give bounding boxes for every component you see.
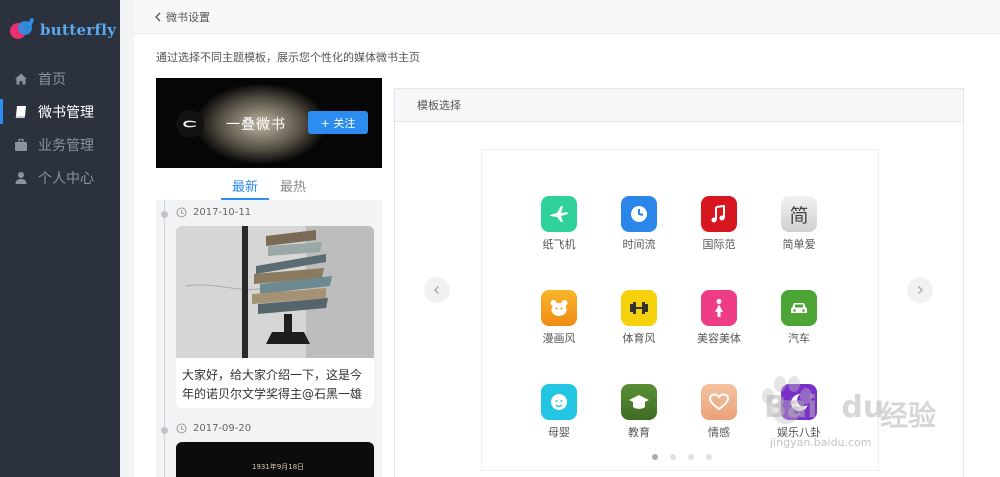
panel-title: 模板选择 — [395, 89, 963, 122]
sidebar-item-label: 微书管理 — [38, 104, 94, 121]
mobile-preview: 一叠微书 + 关注 最新 最热 2017-10-11 大家好，给大家介绍一下，这… — [156, 78, 382, 477]
chevron-left-icon — [434, 286, 439, 294]
template-mother-baby[interactable]: 母婴 — [524, 384, 594, 454]
account-avatar — [176, 110, 204, 138]
template-comic-style[interactable]: 漫画风 — [524, 290, 594, 360]
timeline-dot — [161, 427, 168, 434]
template-emotion[interactable]: 情感 — [684, 384, 754, 454]
template-beauty[interactable]: 美容美体 — [684, 290, 754, 360]
music-note-icon — [701, 196, 737, 232]
sidebar-item-business-management[interactable]: 业务管理 — [0, 128, 120, 161]
post-text: 大家好，给大家介绍一下，这是今年的诺贝尔文学奖得主@石黑一雄 — [182, 368, 363, 401]
airplane-icon — [541, 196, 577, 232]
watermark: Bai du 经验 jingyan.baidu.com — [750, 372, 990, 472]
timeline-dot — [161, 211, 168, 218]
active-tab-indicator — [221, 198, 269, 200]
sidebar-nav: 首页 微书管理 业务管理 个人中心 — [0, 62, 120, 194]
home-icon — [14, 72, 28, 86]
bear-icon — [541, 290, 577, 326]
brand-name: butterfly — [40, 21, 117, 39]
post-date: 2017-10-11 — [176, 207, 251, 218]
tab-latest[interactable]: 最新 — [232, 176, 258, 195]
carousel-pagination — [652, 454, 712, 462]
watermark-cn: 经验 — [880, 399, 937, 432]
post-date: 2017-09-20 — [176, 423, 251, 434]
baby-icon — [541, 384, 577, 420]
clock-icon — [176, 423, 187, 434]
book-icon — [14, 105, 28, 119]
sidebar-item-personal-center[interactable]: 个人中心 — [0, 161, 120, 194]
breadcrumb: 微书设置 — [134, 0, 1000, 34]
graduation-cap-icon — [621, 384, 657, 420]
clock-icon — [621, 196, 657, 232]
heart-icon — [701, 384, 737, 420]
app: butterfly 首页 微书管理 业务管理 个人中心 微书设置 通过选择不同主… — [0, 0, 1000, 477]
post-card[interactable]: 大家好，给大家介绍一下，这是今年的诺贝尔文学奖得主@石黑一雄 — [176, 226, 374, 408]
butterfly-logo-icon — [10, 17, 36, 42]
logo-mark-icon — [183, 120, 196, 128]
watermark-url: jingyan.baidu.com — [770, 436, 872, 449]
sidebar-item-book-management[interactable]: 微书管理 — [0, 95, 120, 128]
back-link[interactable]: 微书设置 — [166, 9, 210, 25]
post-image-books — [176, 226, 374, 358]
preview-banner: 一叠微书 + 关注 — [156, 78, 382, 168]
user-icon — [14, 171, 28, 185]
sidebar-item-label: 业务管理 — [38, 137, 94, 154]
carousel-prev-button[interactable] — [424, 277, 450, 303]
chevron-right-icon — [918, 286, 923, 294]
template-international[interactable]: 国际范 — [684, 196, 754, 266]
carousel-next-button[interactable] — [907, 277, 933, 303]
template-paper-plane[interactable]: 纸飞机 — [524, 196, 594, 266]
page-description: 通过选择不同主题模板，展示您个性化的媒体微书主页 — [156, 51, 420, 64]
template-education[interactable]: 教育 — [604, 384, 674, 454]
page-dot-3[interactable] — [688, 454, 694, 460]
sidebar-item-home[interactable]: 首页 — [0, 62, 120, 95]
account-title: 一叠微书 — [226, 117, 286, 133]
woman-icon — [701, 290, 737, 326]
timeline-line — [164, 200, 165, 477]
brand-logo[interactable]: butterfly — [10, 14, 116, 46]
template-time-flow[interactable]: 时间流 — [604, 196, 674, 266]
post-card[interactable]: 1931年9月18日 — [176, 442, 374, 477]
jian-char-icon: 简 — [781, 196, 817, 232]
sidebar-item-label: 个人中心 — [38, 170, 94, 187]
watermark-text: Bai du — [764, 390, 885, 425]
preview-tabs: 最新 最热 — [156, 168, 382, 200]
post-image-text: 1931年9月18日 — [252, 463, 305, 471]
page-dot-2[interactable] — [670, 454, 676, 460]
car-icon — [781, 290, 817, 326]
page-dot-1[interactable] — [652, 454, 658, 460]
template-car[interactable]: 汽车 — [764, 290, 834, 360]
page-dot-4[interactable] — [706, 454, 712, 460]
tab-hottest[interactable]: 最热 — [280, 176, 306, 195]
template-sports-style[interactable]: 体育风 — [604, 290, 674, 360]
template-simple-love[interactable]: 简 简单爱 — [764, 196, 834, 266]
briefcase-icon — [14, 138, 28, 152]
follow-button[interactable]: + 关注 — [308, 111, 368, 134]
clock-icon — [176, 207, 187, 218]
dumbbell-icon — [621, 290, 657, 326]
sidebar: butterfly 首页 微书管理 业务管理 个人中心 — [0, 0, 120, 477]
sidebar-item-label: 首页 — [38, 71, 66, 88]
chevron-left-icon[interactable] — [154, 12, 162, 22]
